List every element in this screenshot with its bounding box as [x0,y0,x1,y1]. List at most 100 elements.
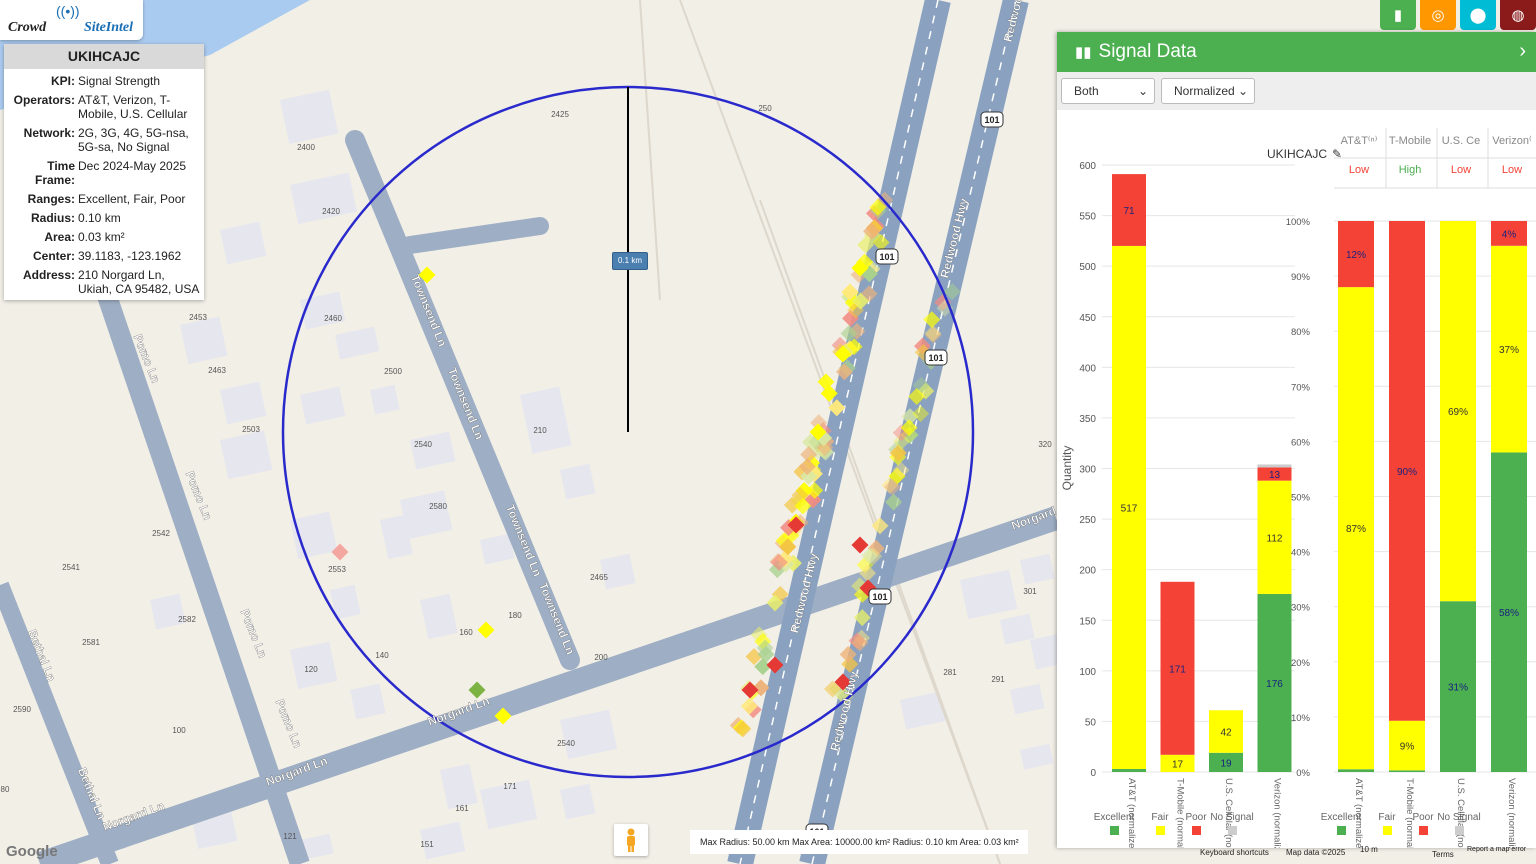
address-number: 161 [455,804,469,813]
address-number: 100 [172,726,186,735]
street-label: Pomo Ln [273,697,305,750]
report-error-link[interactable]: Report a map error [1467,846,1526,853]
operator-mode-value: Both [1074,84,1099,98]
y-tick-label: 100 [1079,667,1096,678]
y-tick-label: 250 [1079,515,1096,526]
address-number: 121 [283,832,297,841]
info-key: Time Frame: [34,159,75,187]
address-number: 160 [459,628,473,637]
info-key: Center: [32,249,75,263]
site-info-card: UKIHCAJC KPI: Signal Strength Operators: AT… [4,44,204,300]
info-value: 0.10 km [78,211,121,225]
building-footprint [219,381,267,425]
address-number: 2542 [152,529,170,538]
info-row: Area: 0.03 km² [4,230,204,244]
target-icon[interactable]: ◎ [1420,0,1456,30]
bar-value-label: 171 [1169,664,1186,675]
signal-level-label: Low [1349,164,1369,176]
operator-mode-select[interactable]: Both ⌄ [1061,78,1155,104]
bar-chart-icon[interactable]: ▮ [1380,0,1416,30]
terms-link[interactable]: Terms [1432,850,1454,859]
address-number: 2463 [208,366,226,375]
address-number: 2540 [557,739,575,748]
address-number: 2420 [322,207,340,216]
y-tick-label: 20% [1291,658,1311,669]
legend-label: Excellent [1094,812,1135,823]
bar-value-label: 12% [1346,250,1366,261]
building-footprint [1019,743,1054,770]
keyboard-shortcuts-link[interactable]: Keyboard shortcuts [1200,848,1269,857]
y-tick-label: 100% [1286,217,1311,228]
address-number: 2590 [13,705,31,714]
address-number: 2503 [242,425,260,434]
info-row: Operators: AT&T, Verizon, T-Mobile, U.S. … [4,93,204,121]
address-number: 80 [1,785,10,794]
bar-segment [1112,768,1146,772]
info-value: AT&T, Verizon, T-Mobile, U.S. Cellular [78,93,188,121]
normalization-select[interactable]: Normalized ⌄ [1161,78,1255,104]
building-footprint [440,763,478,810]
building-footprint [370,384,400,415]
address-number: 2453 [189,313,207,322]
address-number: 200 [594,653,608,662]
legend-swatch [1228,826,1237,835]
legend-swatch [1419,826,1428,835]
info-row: Center: 39.1183, -123.1962 [4,249,204,263]
info-row: Network: 2G, 3G, 4G, 5G-nsa, 5G-sa, No Si… [4,126,204,154]
signal-data-panel: ▮▮ Signal Data › Both ⌄ Normalized ⌄ UKIHC… [1057,32,1536,848]
scale-info: Max Radius: 50.00 km Max Area: 10000.00 … [690,830,1028,854]
google-logo: Google [6,843,58,860]
building-footprint [560,783,596,820]
address-number: 291 [991,675,1005,684]
radius-label[interactable]: 0.1 km [612,252,648,270]
legend-label: Fair [1378,812,1396,823]
address-number: 171 [503,782,517,791]
building-footprint [600,553,636,590]
address-number: 2500 [384,367,402,376]
y-tick-label: 350 [1079,414,1096,425]
location-pin-icon[interactable]: ⬤ [1460,0,1496,30]
bar-value-label: 90% [1397,467,1417,478]
bar-value-label: 4% [1502,229,1517,240]
building-footprint [150,593,186,630]
street-label: Pomo Ln [238,607,270,660]
y-tick-label: 550 [1079,212,1096,223]
legend-label: No Signal [1437,812,1480,823]
building-footprint [1019,553,1055,585]
y-tick-label: 150 [1079,616,1096,627]
address-number: 2582 [178,615,196,624]
y-tick-label: 400 [1079,363,1096,374]
chart-title: UKIHCAJC [1267,147,1327,161]
signal-sample-marker [477,621,495,639]
address-number: 2553 [328,565,346,574]
legend-swatch [1156,826,1165,835]
building-footprint [560,709,618,760]
building-footprint [1010,683,1045,715]
column-header: AT&T⁽ⁿ⁾ [1341,135,1378,147]
globe-icon[interactable]: ◍ [1500,0,1536,30]
street-view-pegman-icon[interactable] [614,824,648,856]
address-number: 2400 [297,143,315,152]
signal-level-label: High [1399,164,1422,176]
bar-value-label: 69% [1448,407,1468,418]
info-value: Dec 2024-May 2025 [78,159,187,173]
panel-controls: Both ⌄ Normalized ⌄ [1057,72,1536,110]
bar-chart-icon: ▮▮ [1075,44,1092,61]
address-number: 151 [420,840,434,849]
info-row: Ranges: Excellent, Fair, Poor [4,192,204,206]
x-tick-label: T-Mobile (normalized) [1175,778,1186,848]
legend-label: Poor [1412,812,1434,823]
legend-swatch [1110,826,1119,835]
signal-level-label: Low [1451,164,1471,176]
column-header: T-Mobile [1389,135,1431,147]
logo-text-crowd: Crowd [8,20,47,35]
y-tick-label: 600 [1079,161,1096,172]
address-number: 180 [508,611,522,620]
info-value: 39.1183, -123.1962 [78,249,182,263]
legend-label: No Signal [1210,812,1253,823]
building-footprint [560,463,596,500]
y-tick-label: 30% [1291,603,1311,614]
chevron-right-icon[interactable]: › [1519,40,1526,63]
info-value: Excellent, Fair, Poor [78,192,186,206]
building-footprint [300,386,346,425]
